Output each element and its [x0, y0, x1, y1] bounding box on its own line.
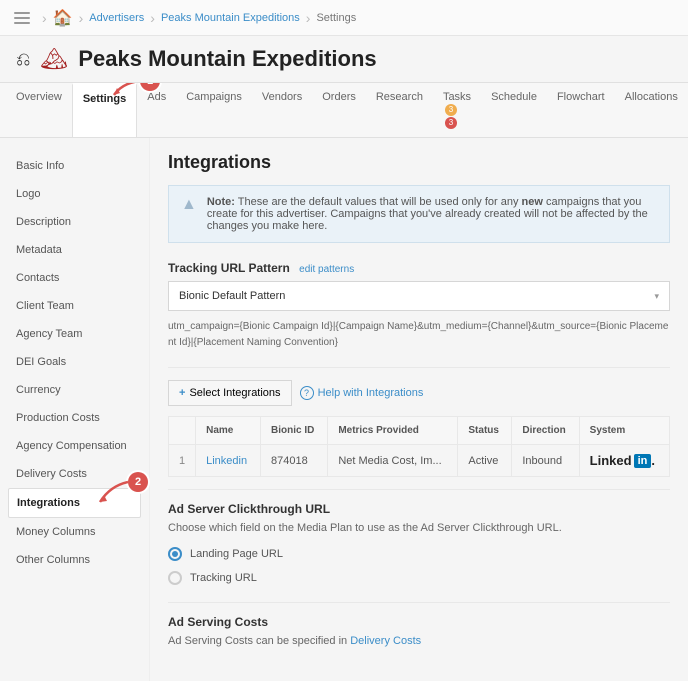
sidebar-item-basic-info[interactable]: Basic Info [8, 152, 141, 180]
sidebar-item-agency-team[interactable]: Agency Team [8, 320, 141, 348]
top-bar: › 🏠 › Advertisers › Peaks Mountain Exped… [0, 0, 688, 36]
tab-research[interactable]: Research [366, 83, 433, 137]
tab-schedule[interactable]: Schedule [481, 83, 547, 137]
sidebar-item-dei-goals[interactable]: DEI Goals [8, 348, 141, 376]
page-title: Peaks Mountain Expeditions [78, 46, 376, 72]
serving-costs-subtitle: Ad Serving Costs can be specified in Del… [168, 635, 670, 647]
main-panel: Integrations ▲ Note: These are the defau… [150, 138, 688, 681]
col-status: Status [458, 417, 512, 445]
radio-landing-page[interactable] [168, 547, 182, 561]
tab-campaigns[interactable]: Campaigns [176, 83, 252, 137]
sidebar-item-production-costs[interactable]: Production Costs [8, 404, 141, 432]
breadcrumb-advertisers[interactable]: Advertisers [89, 12, 144, 24]
tracking-pattern-select[interactable]: Bionic Default Pattern ▾ [168, 281, 670, 311]
home-icon[interactable]: 🏠 [53, 8, 73, 28]
settings-sidebar: Basic Info Logo Description Metadata Con… [0, 138, 150, 681]
linkedin-logo-icon: Linkedin. [590, 453, 655, 468]
tab-bar: Overview Settings Ads Campaigns Vendors … [0, 82, 688, 138]
org-chart-icon: ⎌ [16, 49, 30, 70]
sidebar-item-logo[interactable]: Logo [8, 180, 141, 208]
tab-orders[interactable]: Orders [312, 83, 366, 137]
sidebar-item-client-team[interactable]: Client Team [8, 292, 141, 320]
warning-icon: ▲ [181, 196, 197, 232]
select-integrations-button[interactable]: + Select Integrations [168, 380, 292, 406]
integrations-table: Name Bionic ID Metrics Provided Status D… [168, 416, 670, 477]
hamburger-menu-icon[interactable] [8, 6, 36, 30]
page-header: ⎌ 🏔 Peaks Mountain Expeditions [0, 36, 688, 82]
sidebar-item-agency-compensation[interactable]: Agency Compensation [8, 432, 141, 460]
sidebar-item-integrations[interactable]: Integrations [8, 488, 141, 518]
tab-flowchart[interactable]: Flowchart [547, 83, 615, 137]
breadcrumb-advertiser-name[interactable]: Peaks Mountain Expeditions [161, 12, 300, 24]
radio-tracking-url[interactable] [168, 571, 182, 585]
tab-settings[interactable]: Settings [72, 83, 137, 137]
annotation-callout-2: 2 [128, 472, 148, 492]
tab-overview[interactable]: Overview [6, 83, 72, 137]
col-bionic-id: Bionic ID [260, 417, 327, 445]
section-heading: Integrations [168, 152, 670, 173]
edit-patterns-link[interactable]: edit patterns [299, 264, 354, 275]
col-name: Name [196, 417, 261, 445]
clickthrough-subtitle: Choose which field on the Media Plan to … [168, 522, 670, 534]
sidebar-item-money-columns[interactable]: Money Columns [8, 518, 141, 546]
sidebar-item-contacts[interactable]: Contacts [8, 264, 141, 292]
tasks-badge-warning: 3 [445, 104, 457, 116]
tab-ads[interactable]: Ads [137, 83, 176, 137]
help-integrations-link[interactable]: Help with Integrations [300, 386, 424, 400]
sidebar-item-delivery-costs[interactable]: Delivery Costs [8, 460, 141, 488]
table-row[interactable]: 1 Linkedin 874018 Net Media Cost, Im... … [169, 445, 670, 477]
sidebar-item-description[interactable]: Description [8, 208, 141, 236]
tab-vendors[interactable]: Vendors [252, 83, 312, 137]
sidebar-item-other-columns[interactable]: Other Columns [8, 546, 141, 574]
info-note: ▲ Note: These are the default values tha… [168, 185, 670, 243]
tracking-url-title: Tracking URL Pattern edit patterns [168, 261, 670, 275]
delivery-costs-link[interactable]: Delivery Costs [350, 635, 421, 647]
sidebar-item-currency[interactable]: Currency [8, 376, 141, 404]
advertiser-logo-icon: 🏔 [40, 46, 68, 72]
tab-allocations[interactable]: Allocations [615, 83, 688, 137]
col-direction: Direction [512, 417, 579, 445]
breadcrumb-current: Settings [316, 12, 356, 24]
tracking-pattern-preview: utm_campaign={Bionic Campaign Id}|{Campa… [168, 319, 670, 351]
tasks-badge-alert: 3 [445, 117, 457, 129]
integration-name-link[interactable]: Linkedin [206, 455, 247, 467]
chevron-down-icon: ▾ [654, 291, 659, 302]
col-metrics: Metrics Provided [328, 417, 458, 445]
col-system: System [579, 417, 669, 445]
clickthrough-title: Ad Server Clickthrough URL [168, 502, 670, 516]
plus-icon: + [179, 387, 185, 399]
serving-costs-title: Ad Serving Costs [168, 615, 670, 629]
tab-tasks[interactable]: Tasks 3 3 [433, 83, 481, 137]
sidebar-item-metadata[interactable]: Metadata [8, 236, 141, 264]
